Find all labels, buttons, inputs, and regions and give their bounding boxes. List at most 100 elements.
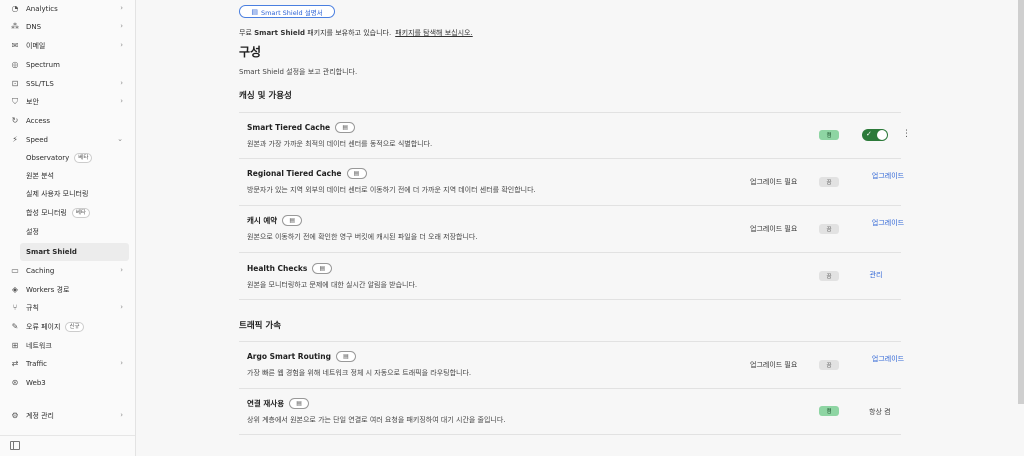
document-icon[interactable]: ▤ bbox=[335, 351, 356, 362]
gear-icon: ⚙ bbox=[11, 411, 19, 420]
sidebar-item-account-management[interactable]: ⚙ 계정 관리 › bbox=[8, 407, 129, 425]
chevron-right-icon: › bbox=[120, 303, 123, 311]
sidebar-subitem-observatory[interactable]: Observatory 베타 bbox=[20, 149, 129, 167]
sidebar-item-security[interactable]: ⛉ 보안 › bbox=[8, 93, 129, 111]
row-title: Regional Tiered Cache ▤ bbox=[247, 168, 367, 179]
chevron-right-icon: › bbox=[120, 266, 123, 274]
sidebar-subitem-settings[interactable]: 설정 bbox=[20, 223, 129, 241]
more-options-icon[interactable]: ⋮ bbox=[902, 129, 911, 139]
row-divider bbox=[239, 299, 901, 300]
sidebar-divider bbox=[0, 435, 135, 436]
workers-icon: ◈ bbox=[11, 285, 19, 294]
sidebar-subitem-origin-analytics[interactable]: 원본 분석 bbox=[20, 167, 129, 185]
rules-icon: ⑂ bbox=[12, 303, 18, 312]
upgrade-link[interactable]: 업그레이드 bbox=[871, 171, 905, 181]
document-icon[interactable]: ▤ bbox=[312, 263, 333, 274]
sidebar-item-workers-routes[interactable]: ◈ Workers 경로 bbox=[8, 281, 129, 299]
scrollbar[interactable] bbox=[1018, 0, 1024, 404]
manage-link[interactable]: 관리 bbox=[859, 270, 893, 280]
row-description: 원본과 가장 가까운 최적의 데이터 센터를 동적으로 식별합니다. bbox=[247, 140, 433, 148]
chevron-right-icon: › bbox=[120, 359, 123, 367]
upgrade-required-label: 업그레이드 필요 bbox=[750, 178, 798, 186]
beta-badge: 베타 bbox=[74, 153, 93, 163]
row-title: Health Checks ▤ bbox=[247, 263, 333, 274]
sidebar-subitem-rum[interactable]: 실제 사용자 모니터링 bbox=[20, 185, 129, 203]
lock-icon: ⊡ bbox=[11, 79, 19, 88]
smart-shield-docs-button[interactable]: ▤ Smart Shield 설명서 bbox=[239, 5, 335, 18]
sidebar-item-spectrum[interactable]: ◎ Spectrum bbox=[8, 56, 129, 74]
chevron-right-icon: › bbox=[120, 4, 123, 12]
upgrade-required-label: 업그레이드 필요 bbox=[750, 225, 798, 233]
row-description: 상위 계층에서 원본으로 가는 단일 연결로 여러 요청을 패키징하여 대기 시… bbox=[247, 416, 506, 424]
check-icon: ✓ bbox=[866, 130, 872, 138]
traffic-icon: ⇄ bbox=[11, 359, 19, 368]
sidebar-item-analytics[interactable]: ◔ Analytics › bbox=[8, 0, 129, 18]
row-title: 캐시 예약 ▤ bbox=[247, 215, 303, 226]
section-title-caching: 캐싱 및 가용성 bbox=[239, 91, 292, 101]
row-description: 원본으로 이동하기 전에 확인한 영구 버킷에 캐시된 파일을 더 오래 저장합… bbox=[247, 233, 478, 241]
chevron-down-icon: ⌄ bbox=[117, 135, 123, 143]
sidebar-subitem-synthetic[interactable]: 합성 모니터링 베타 bbox=[20, 204, 129, 222]
error-page-icon: ✎ bbox=[11, 322, 19, 331]
main-content: ▤ Smart Shield 설명서 무료 Smart Shield 패키지를 보… bbox=[136, 0, 1024, 456]
speed-icon: ⚡ bbox=[12, 135, 18, 144]
caching-icon: ▭ bbox=[11, 266, 19, 275]
sidebar-item-speed[interactable]: ⚡ Speed ⌄ bbox=[8, 131, 129, 149]
spectrum-icon: ◎ bbox=[11, 60, 19, 69]
sidebar-collapse-icon[interactable] bbox=[10, 441, 20, 450]
document-icon[interactable]: ▤ bbox=[346, 168, 367, 179]
status-badge: 끔 bbox=[819, 271, 839, 281]
new-badge: 신규 bbox=[65, 322, 84, 332]
sidebar-item-ssl-tls[interactable]: ⊡ SSL/TLS › bbox=[8, 75, 129, 93]
beta-badge: 베타 bbox=[71, 208, 90, 218]
section-title-traffic-acceleration: 트래픽 가속 bbox=[239, 321, 282, 331]
chevron-right-icon: › bbox=[120, 411, 123, 419]
sidebar-item-rules[interactable]: ⑂ 규칙 › bbox=[8, 299, 129, 317]
row-title: Smart Tiered Cache ▤ bbox=[247, 122, 356, 133]
document-icon[interactable]: ▤ bbox=[335, 122, 356, 133]
page-title: 구성 bbox=[239, 45, 262, 59]
sidebar-item-dns[interactable]: ⁂ DNS › bbox=[8, 18, 129, 36]
upgrade-link[interactable]: 업그레이드 bbox=[871, 354, 905, 364]
explore-packages-link[interactable]: 패키지를 탐색해 보십시오. bbox=[395, 29, 473, 37]
row-divider bbox=[239, 341, 901, 342]
document-icon[interactable]: ▤ bbox=[282, 215, 303, 226]
row-title: Argo Smart Routing ▤ bbox=[247, 351, 356, 362]
sidebar-subitem-smart-shield[interactable]: Smart Shield bbox=[20, 243, 129, 261]
chevron-right-icon: › bbox=[120, 41, 123, 49]
sidebar-item-caching[interactable]: ▭ Caching › bbox=[8, 262, 129, 280]
row-divider bbox=[239, 158, 901, 159]
row-divider bbox=[239, 112, 901, 113]
sidebar-item-web3[interactable]: ⊛ Web3 bbox=[8, 374, 129, 392]
row-divider bbox=[239, 252, 901, 253]
chevron-right-icon: › bbox=[120, 22, 123, 30]
smart-tiered-cache-toggle[interactable]: ✓ bbox=[862, 129, 888, 141]
access-icon: ↻ bbox=[11, 116, 19, 125]
status-badge: 켬 bbox=[819, 130, 839, 140]
sidebar: ◔ Analytics › ⁂ DNS › ✉ 이메일 › ◎ Spectrum ⊡ SSL/T… bbox=[0, 0, 136, 456]
chevron-right-icon: › bbox=[120, 79, 123, 87]
sidebar-item-access[interactable]: ↻ Access bbox=[8, 112, 129, 130]
sidebar-item-network[interactable]: ⊞ 네트워크 bbox=[8, 337, 129, 355]
email-icon: ✉ bbox=[11, 41, 19, 50]
row-divider bbox=[239, 205, 901, 206]
row-description: 원본을 모니터링하고 문제에 대한 실시간 알림을 받습니다. bbox=[247, 281, 418, 289]
shield-icon: ⛉ bbox=[12, 97, 18, 106]
web3-icon: ⊛ bbox=[11, 378, 19, 387]
status-badge: 끔 bbox=[819, 360, 839, 370]
package-notice: 무료 Smart Shield 패키지를 보유하고 있습니다. 패키지를 탐색해 … bbox=[239, 29, 473, 37]
row-title: 연결 재사용 ▤ bbox=[247, 398, 310, 409]
sidebar-item-traffic[interactable]: ⇄ Traffic › bbox=[8, 355, 129, 373]
analytics-icon: ◔ bbox=[11, 4, 19, 13]
network-icon: ⊞ bbox=[11, 341, 19, 350]
row-divider bbox=[239, 388, 901, 389]
upgrade-link[interactable]: 업그레이드 bbox=[871, 218, 905, 228]
sidebar-item-error-pages[interactable]: ✎ 오류 페이지 신규 bbox=[8, 318, 129, 336]
sidebar-item-email[interactable]: ✉ 이메일 › bbox=[8, 37, 129, 55]
dns-icon: ⁂ bbox=[11, 22, 19, 31]
status-badge: 끔 bbox=[819, 224, 839, 234]
row-description: 방문자가 있는 지역 외부의 데이터 센터로 이동하기 전에 더 가까운 지역 … bbox=[247, 186, 536, 194]
status-badge: 켬 bbox=[819, 406, 839, 416]
document-icon[interactable]: ▤ bbox=[289, 398, 310, 409]
row-description: 가장 빠른 웹 경험을 위해 네트워크 정체 시 자동으로 트래픽을 라우팅합니… bbox=[247, 369, 472, 377]
